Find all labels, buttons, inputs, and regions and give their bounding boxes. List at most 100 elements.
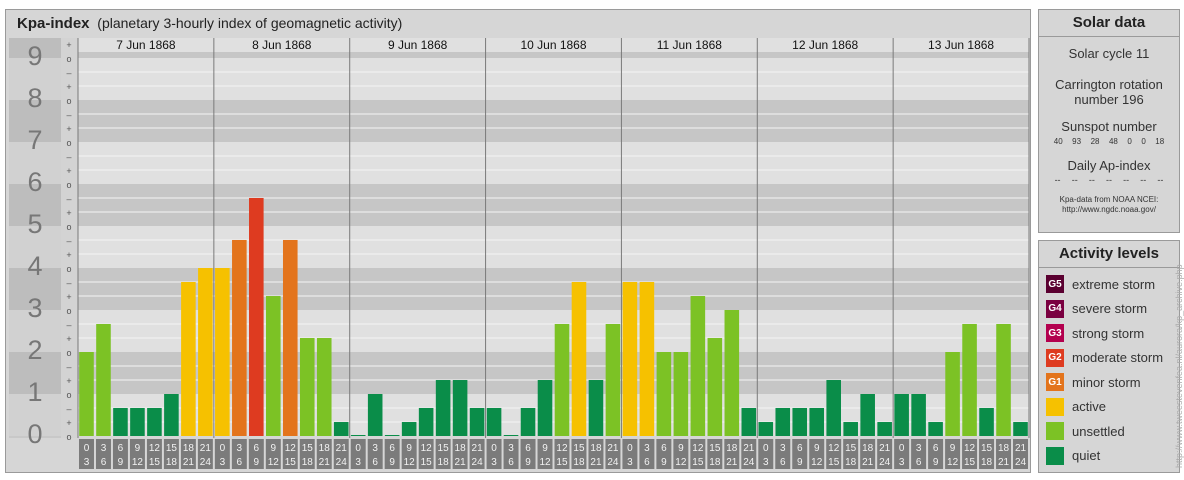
legend-item-g5: G5 extreme storm <box>1039 272 1179 297</box>
kp-bar <box>928 422 943 436</box>
legend-item-g2: G2 moderate storm <box>1039 346 1179 371</box>
band <box>78 52 1029 58</box>
interval-start-label: 3 <box>372 443 378 454</box>
minor-tick-label: – <box>66 236 71 246</box>
legend-label: severe storm <box>1072 301 1148 317</box>
interval-end-label: 15 <box>692 457 704 468</box>
kp-bar <box>758 422 774 436</box>
kp-bar <box>282 239 298 436</box>
kp-bar <box>673 352 689 436</box>
carrington-line1: Carrington rotation <box>1055 77 1163 92</box>
interval-end-label: 12 <box>539 457 551 468</box>
interval-end-label: 18 <box>302 457 314 468</box>
kp-bar <box>792 407 808 436</box>
interval-end-label: 6 <box>508 457 514 468</box>
legend-label: quiet <box>1072 448 1101 464</box>
kp-bar <box>996 323 1011 436</box>
interval-start-label: 21 <box>1015 443 1027 454</box>
kp-bar <box>724 310 740 436</box>
y-tick-label: 1 <box>27 377 42 407</box>
kp-bar <box>350 435 366 436</box>
sunspot-value: 18 <box>1155 137 1165 146</box>
interval-end-label: 18 <box>981 457 993 468</box>
ap-value: -- <box>1105 175 1112 185</box>
minor-tick-label: – <box>66 320 71 330</box>
interval-start-label: 15 <box>302 443 314 454</box>
legend-item-active: active <box>1039 395 1179 420</box>
legend-item-g1: G1 minor storm <box>1039 370 1179 395</box>
minor-tick-label: + <box>66 166 71 176</box>
interval-start-label: 6 <box>661 443 667 454</box>
minor-tick-label: + <box>66 208 71 218</box>
kp-bar <box>809 407 825 436</box>
day-label: 10 Jun 1868 <box>520 38 586 52</box>
legend-label: minor storm <box>1072 374 1141 390</box>
kp-bar <box>911 394 926 436</box>
interval-end-label: 24 <box>743 457 755 468</box>
kp-bar <box>266 296 281 436</box>
y-tick-label: 9 <box>27 41 42 71</box>
minor-tick-label: o <box>66 180 71 190</box>
kp-bar <box>198 268 213 436</box>
interval-end-label: 9 <box>525 457 531 468</box>
source-line1: Kpa-data from NOAA NCEI: <box>1059 195 1159 204</box>
y-tick-label: 2 <box>27 335 42 365</box>
interval-end-label: 15 <box>285 457 297 468</box>
kp-bar <box>384 435 400 436</box>
interval-end-label: 24 <box>472 457 484 468</box>
solar-panel: Solar data Solar cycle 11 Carrington rot… <box>1038 9 1180 233</box>
interval-end-label: 21 <box>998 457 1010 468</box>
legend-swatch: G2 <box>1046 348 1064 367</box>
y-tick-label: 5 <box>27 209 42 239</box>
interval-start-label: 9 <box>406 443 412 454</box>
minor-tick-label: o <box>66 222 71 232</box>
interval-start-label: 15 <box>981 443 993 454</box>
legend-label: active <box>1072 399 1106 415</box>
legend-item-unsettled: unsettled <box>1039 419 1179 444</box>
interval-end-label: 6 <box>916 457 922 468</box>
interval-end-label: 9 <box>389 457 395 468</box>
activity-legend: G5 extreme storm G4 severe storm G3 stro… <box>1039 272 1179 468</box>
interval-start-label: 3 <box>237 443 243 454</box>
ap-values: -- -- -- -- -- -- -- <box>1039 175 1179 185</box>
legend-label: unsettled <box>1072 423 1125 439</box>
interval-end-label: 12 <box>675 457 687 468</box>
interval-start-label: 18 <box>998 443 1010 454</box>
interval-start-label: 9 <box>678 443 684 454</box>
interval-end-label: 3 <box>355 457 361 468</box>
interval-end-label: 3 <box>899 457 905 468</box>
interval-start-label: 12 <box>556 443 568 454</box>
kp-bar <box>486 407 502 436</box>
interval-end-label: 18 <box>438 457 450 468</box>
kp-bar <box>622 281 638 436</box>
kp-bar <box>945 352 960 436</box>
minor-tick-label: o <box>66 264 71 274</box>
band <box>78 100 1029 142</box>
sunspot-value: 0 <box>1127 137 1132 146</box>
y-tick-label: 4 <box>27 251 42 281</box>
interval-end-label: 3 <box>627 457 633 468</box>
source-link[interactable]: http://www.ngdc.noaa.gov/ <box>1039 205 1179 215</box>
y-tick-label: 6 <box>27 167 42 197</box>
kp-bar <box>147 407 162 436</box>
interval-start-label: 15 <box>709 443 721 454</box>
kp-bar <box>418 407 434 436</box>
ap-value: -- <box>1071 175 1078 185</box>
interval-start-label: 0 <box>84 443 90 454</box>
interval-start-label: 0 <box>627 443 633 454</box>
interval-end-label: 6 <box>644 457 650 468</box>
minor-tick-label: o <box>66 96 71 106</box>
solar-title: Solar data <box>1039 10 1179 37</box>
band <box>78 226 1029 268</box>
interval-start-label: 9 <box>542 443 548 454</box>
interval-start-label: 6 <box>389 443 395 454</box>
legend-item-quiet: quiet <box>1039 444 1179 469</box>
legend-item-g3: G3 strong storm <box>1039 321 1179 346</box>
sunspot-values: 40 93 28 48 0 0 18 <box>1039 137 1179 146</box>
interval-end-label: 24 <box>879 457 891 468</box>
interval-end-label: 24 <box>200 457 212 468</box>
interval-start-label: 9 <box>814 443 820 454</box>
interval-end-label: 18 <box>573 457 585 468</box>
interval-start-label: 9 <box>271 443 277 454</box>
minor-tick-label: – <box>66 152 71 162</box>
